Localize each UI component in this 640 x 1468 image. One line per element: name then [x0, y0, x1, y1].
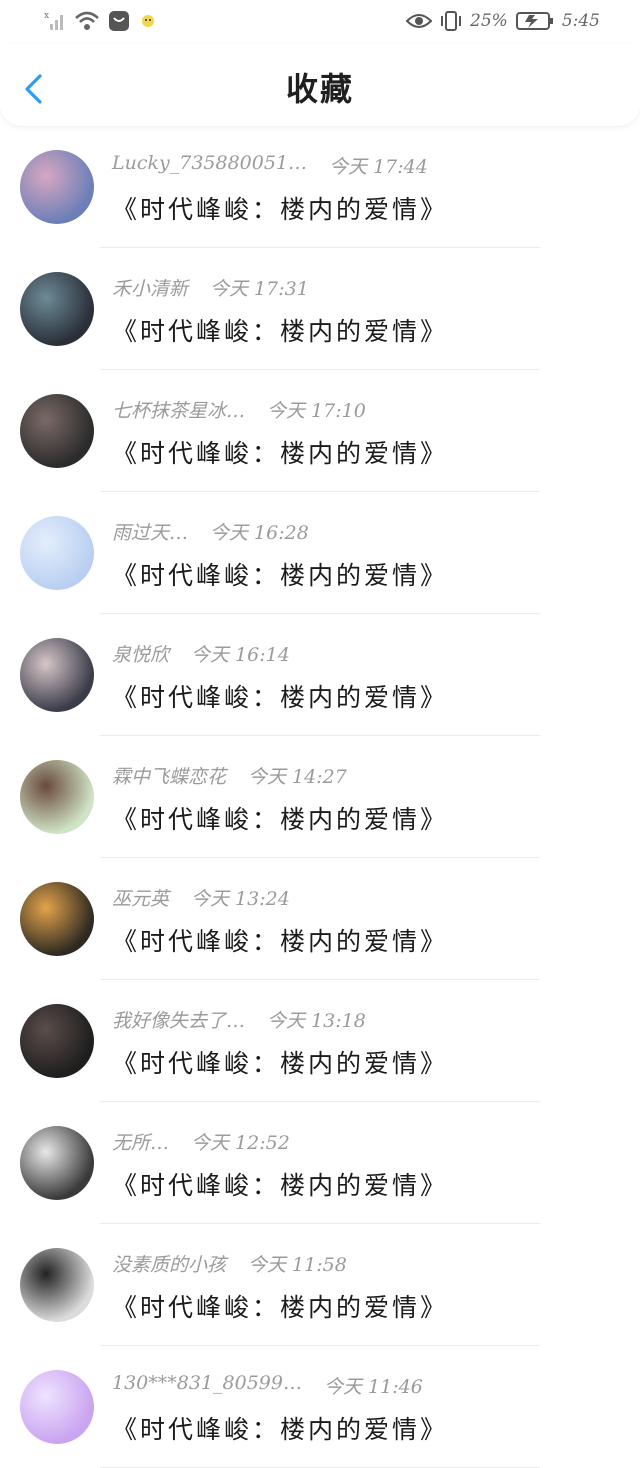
item-meta: 雨过天… 今天 16:28: [112, 518, 309, 545]
avatar[interactable]: [20, 1004, 94, 1078]
list-item[interactable]: Lucky_735880051… 今天 17:44 《时代峰峻：楼内的爱情》: [0, 126, 640, 248]
item-meta: 泉悦欣 今天 16:14: [112, 640, 290, 667]
timestamp: 今天 13:18: [267, 1010, 366, 1032]
list-item[interactable]: 没素质的小孩 今天 11:58 《时代峰峻：楼内的爱情》: [0, 1224, 640, 1346]
item-title[interactable]: 《时代峰峻：楼内的爱情》: [112, 1166, 448, 1202]
item-title[interactable]: 《时代峰峻：楼内的爱情》: [112, 190, 448, 226]
user-name[interactable]: 泉悦欣: [112, 640, 169, 667]
avatar[interactable]: [20, 638, 94, 712]
item-title[interactable]: 《时代峰峻：楼内的爱情》: [112, 312, 448, 348]
avatar[interactable]: [20, 516, 94, 590]
item-meta: Lucky_735880051… 今天 17:44: [112, 152, 428, 179]
avatar[interactable]: [20, 150, 94, 224]
timestamp: 今天 17:44: [329, 156, 428, 178]
battery-percent: 25%: [470, 11, 508, 31]
list-item[interactable]: 泉悦欣 今天 16:14 《时代峰峻：楼内的爱情》: [0, 614, 640, 736]
item-title[interactable]: 《时代峰峻：楼内的爱情》: [112, 678, 448, 714]
favorites-list: Lucky_735880051… 今天 17:44 《时代峰峻：楼内的爱情》 禾小清新…: [0, 126, 640, 1468]
status-bar: x 25% 5:45: [0, 0, 640, 44]
item-title[interactable]: 《时代峰峻：楼内的爱情》: [112, 922, 448, 958]
no-signal-icon: x: [44, 11, 63, 30]
user-name[interactable]: Lucky_735880051…: [112, 152, 307, 179]
item-meta: 七杯抹茶星冰… 今天 17:10: [112, 396, 366, 423]
list-item[interactable]: 雨过天… 今天 16:28 《时代峰峻：楼内的爱情》: [0, 492, 640, 614]
timestamp: 今天 11:58: [248, 1254, 347, 1276]
vibrate-icon: [441, 11, 462, 31]
item-meta: 没素质的小孩 今天 11:58: [112, 1250, 347, 1277]
item-meta: 巫元英 今天 13:24: [112, 884, 290, 911]
list-item[interactable]: 巫元英 今天 13:24 《时代峰峻：楼内的爱情》: [0, 858, 640, 980]
list-item[interactable]: 禾小清新 今天 17:31 《时代峰峻：楼内的爱情》: [0, 248, 640, 370]
item-meta: 我好像失去了… 今天 13:18: [112, 1006, 366, 1033]
timestamp: 今天 16:28: [210, 522, 309, 544]
eye-icon: [406, 14, 433, 28]
timestamp: 今天 12:52: [191, 1132, 290, 1154]
user-name[interactable]: 无所…: [112, 1128, 169, 1155]
avatar[interactable]: [20, 1370, 94, 1444]
clock: 5:45: [561, 11, 600, 31]
avatar[interactable]: [20, 760, 94, 834]
user-name[interactable]: 130***831_80599…: [112, 1372, 302, 1399]
item-meta: 130***831_80599… 今天 11:46: [112, 1372, 423, 1399]
list-item[interactable]: 130***831_80599… 今天 11:46 《时代峰峻：楼内的爱情》: [0, 1346, 640, 1468]
list-item[interactable]: 无所… 今天 12:52 《时代峰峻：楼内的爱情》: [0, 1102, 640, 1224]
item-title[interactable]: 《时代峰峻：楼内的爱情》: [112, 434, 448, 470]
avatar[interactable]: [20, 394, 94, 468]
item-title[interactable]: 《时代峰峻：楼内的爱情》: [112, 800, 448, 836]
emoji-notification-icon: [142, 15, 154, 27]
status-right: 25% 5:45: [406, 10, 600, 32]
item-meta: 霖中飞蝶恋花 今天 14:27: [112, 762, 347, 789]
list-item[interactable]: 霖中飞蝶恋花 今天 14:27 《时代峰峻：楼内的爱情》: [0, 736, 640, 858]
nav-bar: 收藏: [0, 44, 640, 126]
timestamp: 今天 17:10: [267, 400, 366, 422]
notification-app-icon: [109, 11, 129, 31]
user-name[interactable]: 禾小清新: [112, 274, 188, 301]
timestamp: 今天 14:27: [248, 766, 347, 788]
avatar[interactable]: [20, 1248, 94, 1322]
item-meta: 禾小清新 今天 17:31: [112, 274, 309, 301]
item-meta: 无所… 今天 12:52: [112, 1128, 290, 1155]
user-name[interactable]: 雨过天…: [112, 518, 188, 545]
user-name[interactable]: 七杯抹茶星冰…: [112, 396, 245, 423]
user-name[interactable]: 没素质的小孩: [112, 1250, 226, 1277]
user-name[interactable]: 巫元英: [112, 884, 169, 911]
user-name[interactable]: 霖中飞蝶恋花: [112, 762, 226, 789]
timestamp: 今天 11:46: [323, 1376, 423, 1398]
user-name[interactable]: 我好像失去了…: [112, 1006, 245, 1033]
timestamp: 今天 16:14: [191, 644, 290, 666]
timestamp: 今天 17:31: [210, 278, 309, 300]
item-title[interactable]: 《时代峰峻：楼内的爱情》: [112, 556, 448, 592]
item-title[interactable]: 《时代峰峻：楼内的爱情》: [112, 1410, 448, 1446]
list-item[interactable]: 七杯抹茶星冰… 今天 17:10 《时代峰峻：楼内的爱情》: [0, 370, 640, 492]
wifi-icon: [75, 11, 99, 30]
avatar[interactable]: [20, 1126, 94, 1200]
timestamp: 今天 13:24: [191, 888, 290, 910]
list-item[interactable]: 我好像失去了… 今天 13:18 《时代峰峻：楼内的爱情》: [0, 980, 640, 1102]
page-title: 收藏: [285, 70, 354, 108]
battery-charging-icon: [515, 12, 553, 30]
item-title[interactable]: 《时代峰峻：楼内的爱情》: [112, 1288, 448, 1324]
status-left: x: [44, 10, 158, 32]
avatar[interactable]: [20, 882, 94, 956]
item-title[interactable]: 《时代峰峻：楼内的爱情》: [112, 1044, 448, 1080]
svg-text:x: x: [44, 11, 49, 21]
avatar[interactable]: [20, 272, 94, 346]
